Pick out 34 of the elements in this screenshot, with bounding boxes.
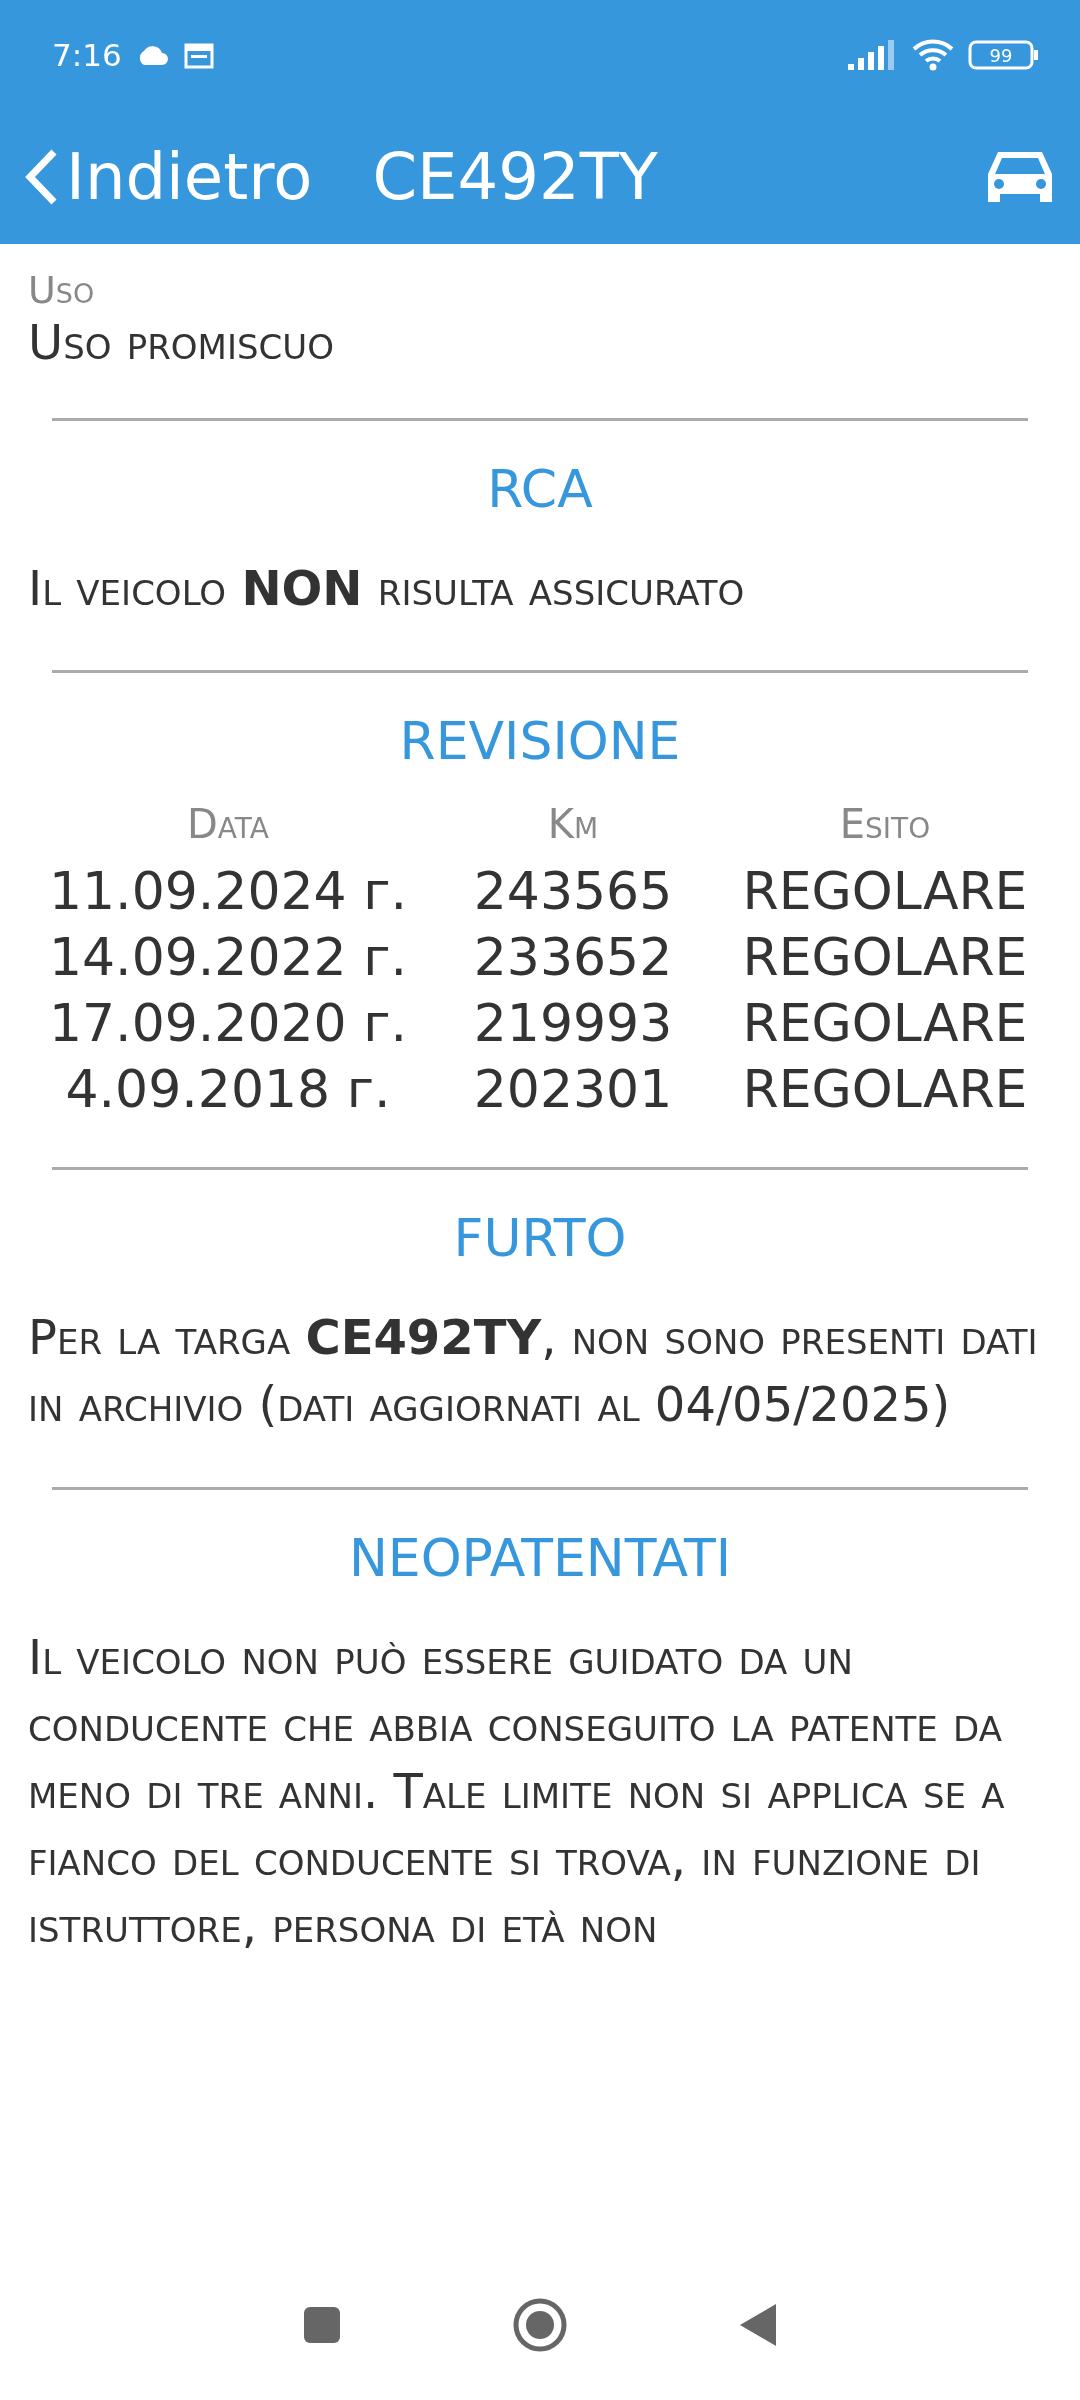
table-cell-text: 243565 — [472, 861, 674, 922]
table-cell-text: REGOLARE — [741, 861, 1029, 922]
back-icon[interactable] — [738, 2302, 778, 2348]
table-cell-text: 17.09.2020 г. — [47, 993, 409, 1054]
column-header: Km — [546, 801, 600, 848]
table-cell-text: 219993 — [472, 993, 674, 1054]
section-title: NEOPATENTATI — [347, 1527, 733, 1588]
table-cell-text: 4.09.2018 г. — [64, 1059, 392, 1120]
battery-level: 99 — [989, 45, 1013, 66]
table-cell-text: REGOLARE — [741, 1059, 1029, 1120]
column-header: Data — [186, 801, 270, 848]
table-cell-text: 14.09.2022 г. — [47, 927, 409, 988]
status-time: 7:16 — [52, 37, 122, 73]
section-text: Per la targa CE492TY, non sono presenti dati in archivio (dati aggiornati al 04/05/2025) — [28, 1308, 1039, 1435]
home-icon[interactable] — [512, 2297, 568, 2353]
table-cell-text: 233652 — [472, 927, 674, 988]
section-title: FURTO — [452, 1208, 628, 1269]
usage-value: Uso promiscuo — [28, 314, 335, 370]
table-cell-text: REGOLARE — [741, 993, 1029, 1054]
section-title: REVISIONE — [398, 711, 682, 772]
section-text: Il veicolo non può essere guidato da un conducente che abbia conseguito la patente da meno di tre anni. Tale limite non si applica se a fianco del conducente si trova, in funzione di istruttore, persona di età non — [28, 1627, 1006, 1956]
table-cell-text: REGOLARE — [741, 927, 1029, 988]
column-header: Esito — [838, 801, 932, 848]
table-cell-text: 11.09.2024 г. — [47, 861, 409, 922]
section-text: Il veicolo NON risulta assicurato — [28, 559, 746, 618]
section-title: RCA — [486, 459, 594, 519]
calendar-icon — [183, 41, 214, 69]
table-cell-text: 202301 — [472, 1059, 674, 1120]
page-title: CE492TY — [372, 140, 659, 214]
recents-icon[interactable] — [302, 2305, 342, 2345]
wifi-icon — [912, 39, 954, 71]
usage-label: Uso — [28, 268, 96, 312]
chevron-left-icon — [24, 148, 58, 206]
back-button[interactable]: Indietro — [24, 140, 313, 214]
